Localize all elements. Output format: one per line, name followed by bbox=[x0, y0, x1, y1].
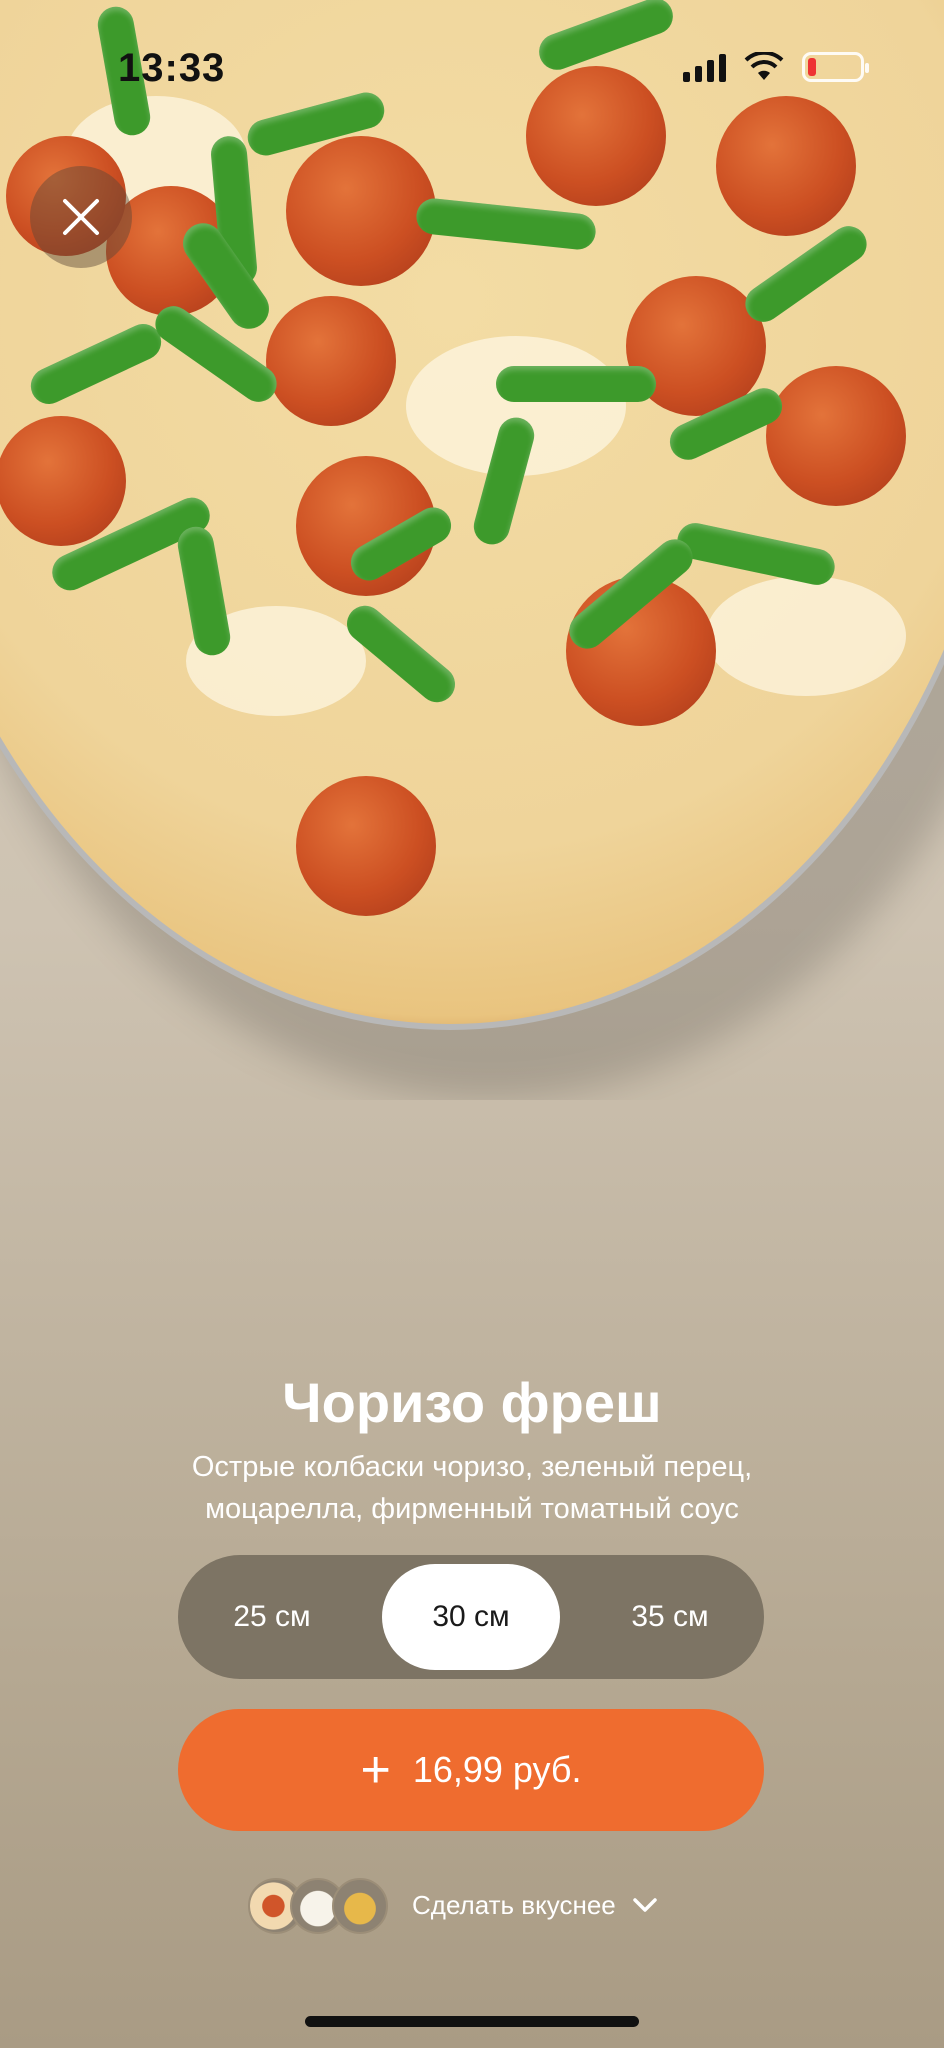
size-option-35[interactable]: 35 см bbox=[581, 1564, 759, 1670]
close-button[interactable] bbox=[30, 166, 132, 268]
add-to-cart-button[interactable]: + 16,99 руб. bbox=[178, 1709, 764, 1831]
close-icon bbox=[63, 199, 99, 235]
battery-icon bbox=[802, 52, 869, 82]
status-time: 13:33 bbox=[118, 46, 226, 90]
addon-thumbnails bbox=[248, 1875, 398, 1935]
size-option-30[interactable]: 30 см bbox=[382, 1564, 560, 1670]
addon-thumbnail bbox=[332, 1878, 388, 1934]
product-description: Острые колбаски чоризо, зеленый перец, м… bbox=[191, 1451, 753, 1525]
size-selector: 25 см 30 см 35 см bbox=[178, 1555, 764, 1679]
make-tastier-label: Сделать вкуснее bbox=[412, 1889, 616, 1920]
size-option-25[interactable]: 25 см bbox=[183, 1564, 361, 1670]
status-icons bbox=[683, 52, 869, 82]
make-tastier-toggle[interactable]: Сделать вкуснее bbox=[248, 1875, 660, 1935]
status-bar: 13:33 bbox=[0, 0, 944, 140]
chevron-down-icon bbox=[633, 1898, 657, 1912]
wifi-icon bbox=[744, 52, 784, 80]
signal-icon bbox=[683, 52, 726, 82]
home-indicator[interactable] bbox=[305, 2016, 639, 2027]
product-image bbox=[0, 0, 944, 1100]
plus-icon: + bbox=[360, 1741, 391, 1799]
product-title: Чоризо фреш bbox=[282, 1371, 662, 1434]
price-label: 16,99 руб. bbox=[412, 1749, 582, 1790]
